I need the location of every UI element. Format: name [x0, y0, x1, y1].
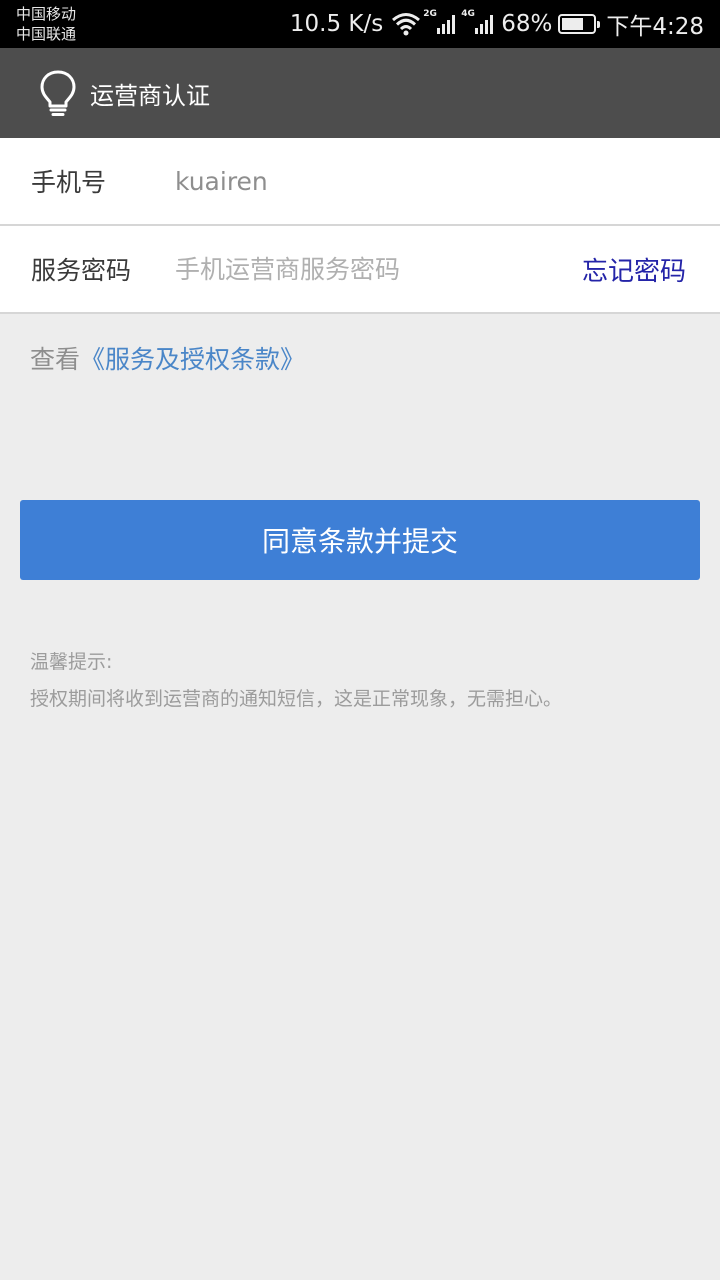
terms-line: 查看《服务及授权条款》: [30, 340, 305, 376]
agree-submit-button[interactable]: 同意条款并提交: [20, 500, 700, 580]
page-title: 运营商认证: [90, 81, 210, 110]
battery-level: [562, 18, 583, 30]
battery-percent: 68%: [501, 11, 553, 37]
clock: 下午4:28: [606, 14, 704, 40]
net-type-1: 2G: [423, 9, 437, 19]
status-indicators: 10.5 K/s 2G 4G 68% 下午4:28: [290, 0, 704, 48]
tips-title: 温馨提示:: [30, 651, 113, 673]
net-speed: 10.5 K/s: [289, 11, 384, 37]
lightbulb-icon: [40, 70, 76, 116]
tips-section: 温馨提示: 授权期间将收到运营商的通知短信，这是正常现象，无需担心。: [30, 644, 562, 718]
terms-link[interactable]: 《服务及授权条款》: [80, 345, 305, 374]
signal-2g-icon: 2G: [423, 9, 459, 36]
forgot-password-link[interactable]: 忘记密码: [582, 251, 686, 288]
password-row: 服务密码 忘记密码: [0, 226, 720, 314]
phone-row: 手机号 kuairen: [0, 138, 720, 226]
tips-body: 授权期间将收到运营商的通知短信，这是正常现象，无需担心。: [30, 688, 563, 710]
password-label: 服务密码: [31, 256, 132, 285]
phone-field[interactable]: kuairen: [175, 167, 268, 196]
carrier-1: 中国移动: [16, 5, 77, 23]
password-input[interactable]: [175, 249, 555, 289]
phone-label: 手机号: [31, 168, 107, 197]
signal-4g-icon: 4G: [461, 9, 497, 36]
battery-icon: [558, 14, 601, 34]
terms-prefix: 查看: [30, 345, 81, 374]
net-type-2: 4G: [461, 9, 475, 19]
status-bar: 中国移动 中国联通 10.5 K/s 2G 4G 68% 下午4:28: [0, 0, 720, 48]
carrier-names: 中国移动 中国联通: [16, 4, 76, 44]
carrier-2: 中国联通: [16, 25, 77, 43]
auth-form: 手机号 kuairen 服务密码 忘记密码: [0, 138, 720, 314]
wifi-icon: [391, 12, 421, 36]
app-header: 运营商认证: [0, 48, 720, 138]
